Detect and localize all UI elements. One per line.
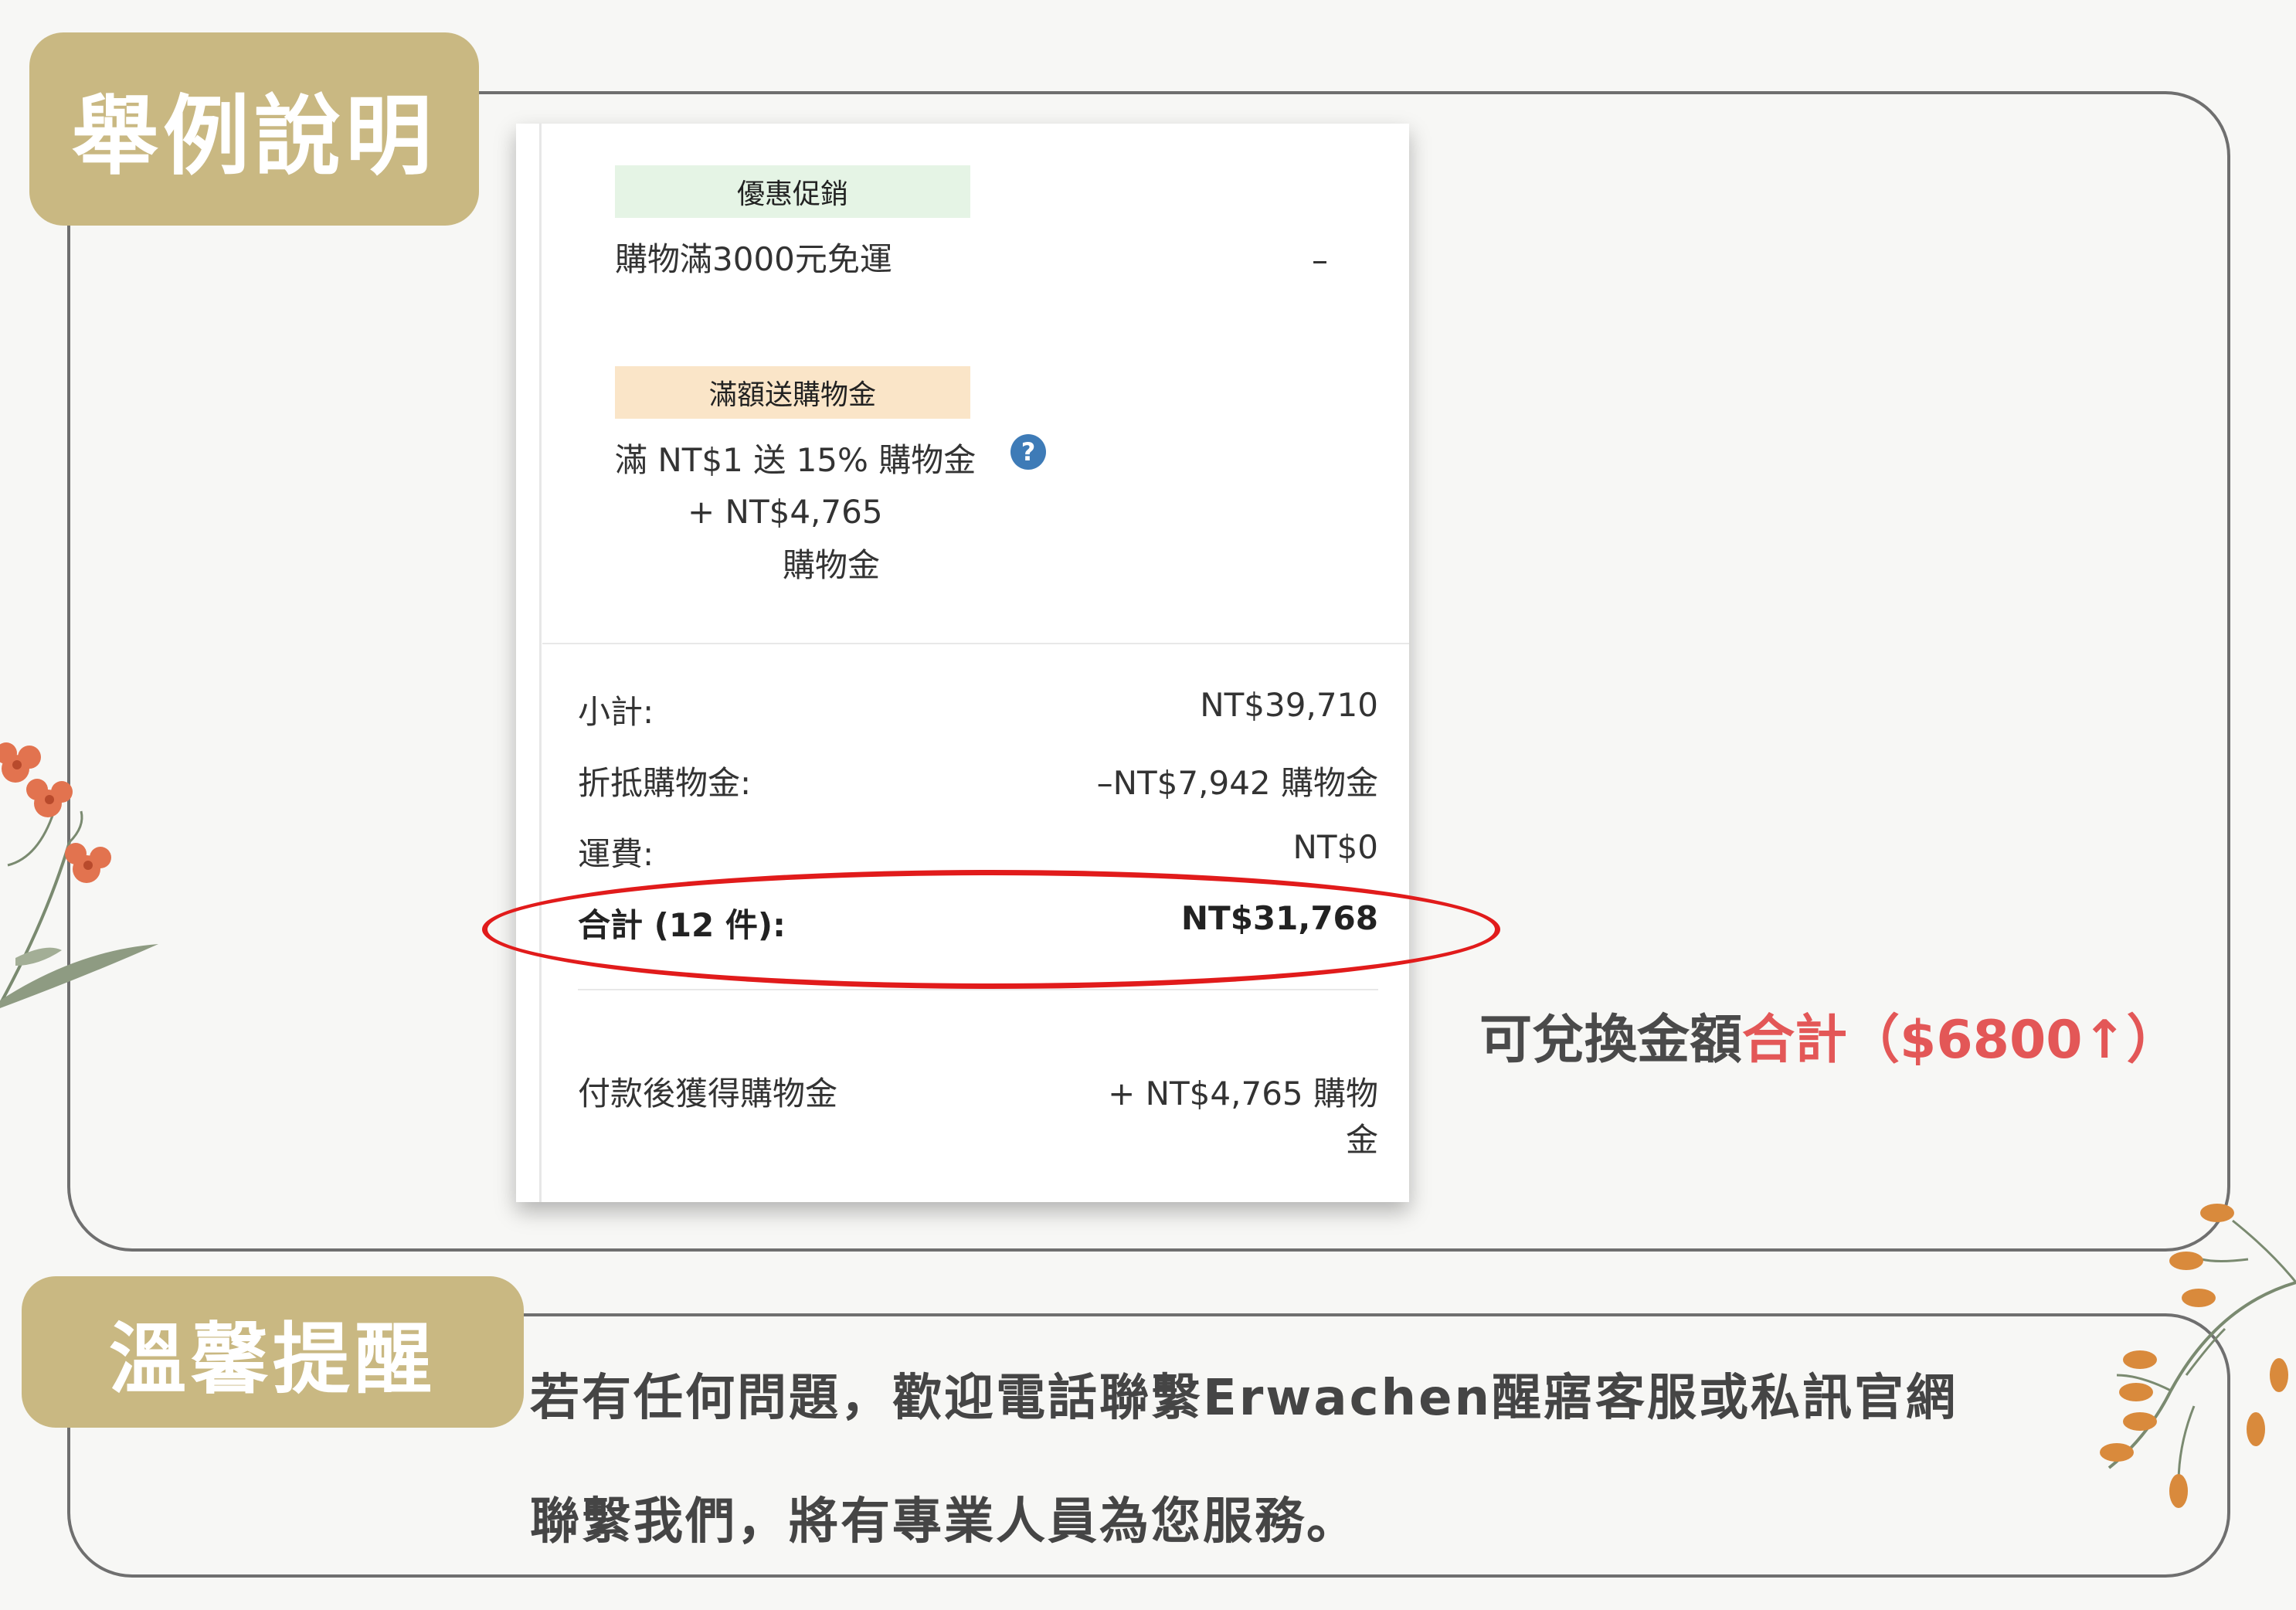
promotion-value: –: [1312, 241, 1328, 279]
note-highlight: 合計（$6800↑）: [1742, 1010, 2179, 1071]
card-edge: [539, 124, 542, 1202]
redeemable-amount-note: 可兌換金額合計（$6800↑）: [1479, 997, 2179, 1073]
credit-rule-text: 滿 NT$1 送 15% 購物金: [615, 441, 976, 479]
flower-decoration-right: [2100, 1204, 2296, 1508]
earned-credit-value-line2: 金: [1345, 1121, 1378, 1159]
checkout-summary-card: 優惠促銷 購物滿3000元免運 – 滿額送購物金 滿 NT$1 送 15% 購物…: [516, 124, 1409, 1202]
subtotal-label: 小計:: [578, 693, 654, 731]
shipping-value: NT$0: [1292, 828, 1378, 866]
credit-discount-value: –NT$7,942 購物金: [1096, 764, 1378, 802]
subtotal-value: NT$39,710: [1200, 686, 1378, 724]
credit-unit: 購物金: [783, 546, 881, 584]
summary-divider-bottom: [578, 989, 1378, 990]
flower-decoration-left: [0, 742, 158, 1008]
credit-tag: 滿額送購物金: [615, 366, 970, 419]
credit-amount: + NT$4,765: [688, 493, 883, 531]
example-badge: 舉例說明: [29, 32, 479, 226]
note-prefix: 可兌換金額: [1479, 1010, 1743, 1071]
promotion-text: 購物滿3000元免運: [615, 240, 892, 278]
reminder-message-line2: 聯繫我們，將有專業人員為您服務。: [530, 1493, 1358, 1551]
summary-divider-top: [542, 643, 1409, 644]
promotion-tag: 優惠促銷: [615, 165, 970, 218]
total-highlight-circle: [482, 870, 1500, 989]
earned-credit-label: 付款後獲得購物金: [578, 1075, 838, 1112]
question-circle-icon[interactable]: ?: [1010, 434, 1046, 470]
reminder-message-line1: 若有任何問題，歡迎電話聯繫Erwachen醒寤客服或私訊官網: [530, 1370, 1958, 1427]
reminder-badge: 溫馨提醒: [22, 1276, 524, 1428]
shipping-label: 運費:: [578, 835, 654, 873]
credit-discount-label: 折抵購物金:: [578, 764, 752, 802]
earned-credit-value-line1: + NT$4,765 購物: [1108, 1075, 1378, 1112]
